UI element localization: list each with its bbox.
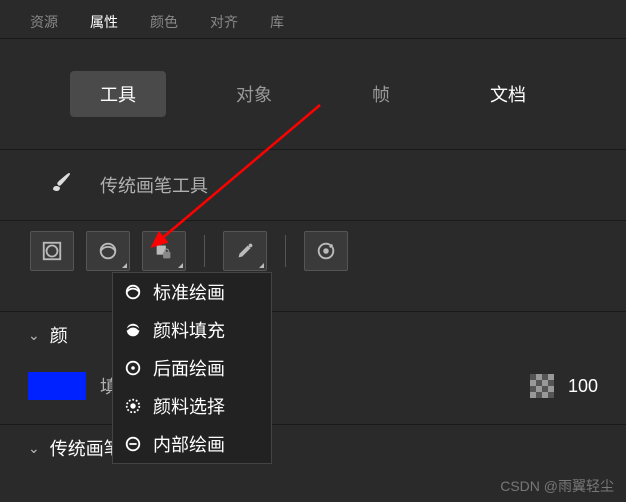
- tab-color[interactable]: 颜色: [134, 6, 194, 38]
- tab-properties[interactable]: 属性: [74, 6, 134, 38]
- chevron-down-icon: ⌄: [28, 327, 40, 344]
- mode-label: 后面绘画: [153, 355, 225, 381]
- brush-mode-item-paintselect[interactable]: 颜料选择: [113, 387, 271, 425]
- section-title-color: 颜: [50, 322, 68, 348]
- brush-mode-item-standard[interactable]: 标准绘画: [113, 273, 271, 311]
- mode-paintfill-icon: [123, 320, 143, 340]
- target-button[interactable]: [304, 231, 348, 271]
- tab-library[interactable]: 库: [254, 6, 300, 38]
- subtab-document[interactable]: 文档: [460, 71, 556, 117]
- brush-option-toolbar: [0, 221, 626, 311]
- separator: [285, 235, 286, 267]
- mode-label: 颜料填充: [153, 317, 225, 343]
- brush-mode-item-behind[interactable]: 后面绘画: [113, 349, 271, 387]
- opacity-checker-icon[interactable]: [530, 374, 554, 398]
- current-tool-row: 传统画笔工具: [0, 150, 626, 220]
- lock-fill-button[interactable]: [142, 231, 186, 271]
- brush-mode-flyout: 标准绘画 颜料填充 后面绘画 颜料选择 内部绘画: [112, 272, 272, 464]
- mode-standard-icon: [123, 282, 143, 302]
- subtab-frame[interactable]: 帧: [342, 71, 420, 117]
- subtab-object[interactable]: 对象: [206, 71, 302, 117]
- mode-behind-icon: [123, 358, 143, 378]
- mode-label: 颜料选择: [153, 393, 225, 419]
- top-panel-tabs: 资源 属性 颜色 对齐 库: [0, 0, 626, 39]
- tab-align[interactable]: 对齐: [194, 6, 254, 38]
- brush-mode-item-paintfill[interactable]: 颜料填充: [113, 311, 271, 349]
- edit-mode-button[interactable]: [223, 231, 267, 271]
- color-section-header[interactable]: ⌄ 颜: [0, 312, 626, 358]
- current-tool-label: 传统画笔工具: [100, 172, 208, 198]
- brush-icon: [50, 170, 74, 200]
- object-drawing-button[interactable]: [30, 231, 74, 271]
- mode-paintselect-icon: [123, 396, 143, 416]
- tab-resources[interactable]: 资源: [14, 6, 74, 38]
- brush-mode-dropdown[interactable]: [86, 231, 130, 271]
- fill-color-row: 填 100: [0, 358, 626, 414]
- opacity-value[interactable]: 100: [568, 376, 598, 397]
- fill-color-swatch[interactable]: [28, 372, 86, 400]
- mode-label: 标准绘画: [153, 279, 225, 305]
- mode-inside-icon: [123, 434, 143, 454]
- separator: [204, 235, 205, 267]
- dropdown-indicator-icon: [178, 263, 183, 268]
- subtab-tool[interactable]: 工具: [70, 71, 166, 117]
- watermark-text: CSDN @雨翼轻尘: [500, 476, 614, 496]
- dropdown-indicator-icon: [122, 263, 127, 268]
- mode-label: 内部绘画: [153, 431, 225, 457]
- chevron-down-icon: ⌄: [28, 440, 40, 457]
- properties-subtabs: 工具 对象 帧 文档: [0, 39, 626, 149]
- brush-mode-item-inside[interactable]: 内部绘画: [113, 425, 271, 463]
- dropdown-indicator-icon: [259, 263, 264, 268]
- brush-options-section-header[interactable]: ⌄ 传统画笔选项: [0, 425, 626, 471]
